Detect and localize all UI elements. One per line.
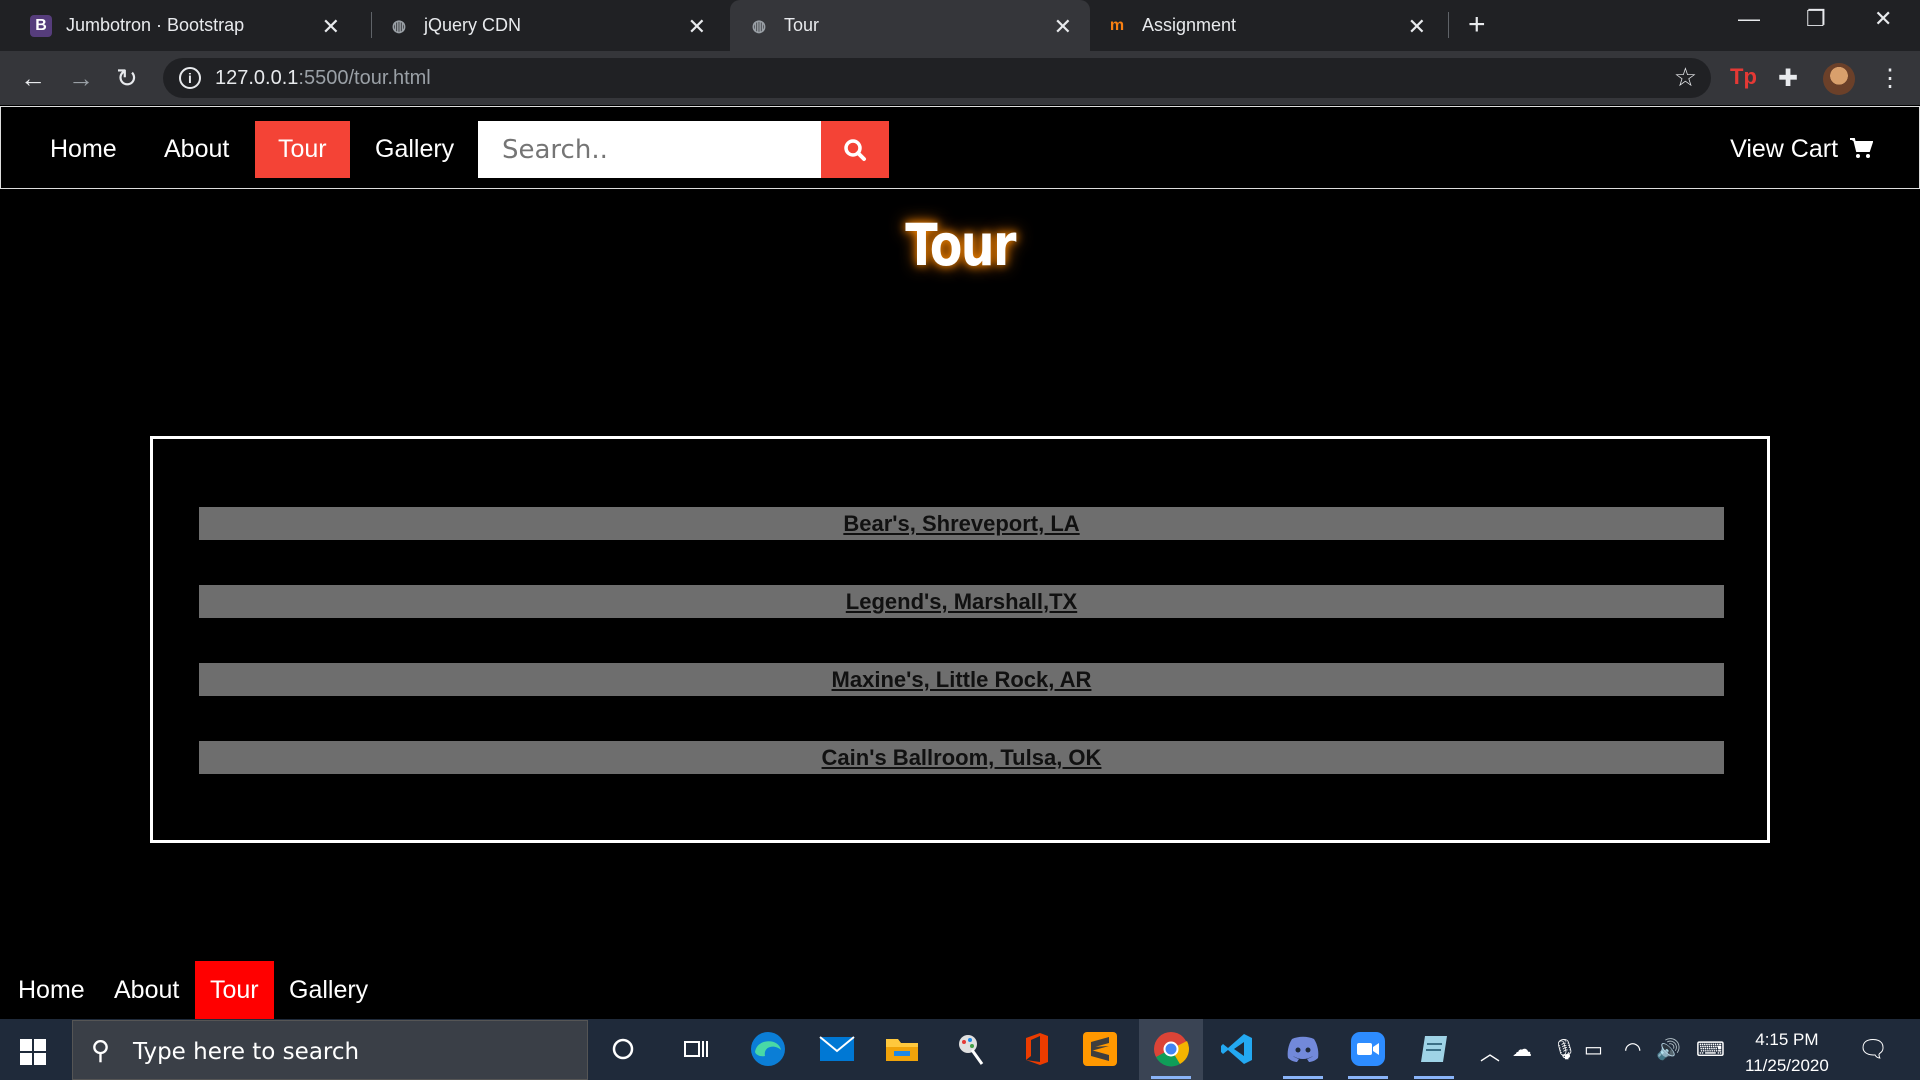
tour-date-link[interactable]: Cain's Ballroom, Tulsa, OK: [199, 741, 1724, 774]
extension-tp-icon[interactable]: Tp: [1730, 64, 1757, 90]
bootstrap-icon: B: [30, 14, 52, 37]
globe-icon: ◍: [392, 17, 406, 35]
view-cart-link[interactable]: View Cart: [1730, 121, 1874, 178]
volume-icon[interactable]: 🔊: [1656, 1037, 1681, 1062]
vscode-icon[interactable]: [1217, 1029, 1257, 1069]
restore-icon[interactable]: ❐: [1806, 6, 1826, 32]
close-icon[interactable]: ✕: [1408, 14, 1426, 40]
chrome-running-indicator: [1151, 1076, 1191, 1079]
notifications-icon[interactable]: 🗨: [1858, 1035, 1888, 1064]
edge-icon[interactable]: [748, 1029, 788, 1069]
paint-3d-icon[interactable]: [951, 1029, 991, 1069]
notepad-running-indicator: [1414, 1076, 1454, 1079]
search-input[interactable]: [478, 121, 821, 178]
wifi-icon[interactable]: ◠: [1624, 1037, 1641, 1062]
browser-toolbar: ← → ↻ i 127.0.0.1:5500/tour.html ☆ Tp ✚ …: [0, 51, 1920, 105]
clock-time: 4:15 PM: [1755, 1030, 1819, 1049]
url-text[interactable]: 127.0.0.1:5500/tour.html: [215, 67, 431, 90]
clock-date: 11/25/2020: [1745, 1056, 1829, 1075]
search-icon: [844, 138, 866, 161]
nav-about-link[interactable]: About: [141, 121, 252, 178]
menu-kebab-icon[interactable]: ⋮: [1878, 64, 1902, 93]
nav-gallery-link[interactable]: Gallery: [352, 121, 477, 178]
tab-title: jQuery CDN: [424, 15, 522, 35]
top-navbar: Home About Tour Gallery View Cart: [0, 106, 1920, 189]
sublime-text-icon[interactable]: [1083, 1032, 1117, 1066]
discord-running-indicator: [1283, 1076, 1323, 1079]
discord-icon[interactable]: [1283, 1029, 1323, 1069]
microphone-icon[interactable]: 🎙: [1552, 1037, 1577, 1062]
back-icon[interactable]: ←: [20, 63, 46, 94]
tour-date-link[interactable]: Bear's, Shreveport, LA: [199, 507, 1724, 540]
nav-home-link[interactable]: Home: [27, 121, 140, 178]
close-icon[interactable]: ✕: [688, 14, 706, 40]
tab-title: Assignment: [1142, 15, 1237, 35]
search-button[interactable]: [821, 121, 889, 178]
tab-jquery[interactable]: ◍ jQuery CDN ✕: [374, 0, 724, 51]
windows-taskbar: ⚲ Type here to search ︿ ☁ 🎙 ▭ ◠ 🔊 ⌨ 4:15…: [0, 1019, 1920, 1080]
notepad-icon[interactable]: [1414, 1029, 1454, 1069]
nav-tour-link[interactable]: Tour: [255, 121, 350, 178]
footer-tour-link[interactable]: Tour: [195, 961, 274, 1019]
new-tab-button[interactable]: +: [1468, 8, 1486, 42]
reload-icon[interactable]: ↻: [116, 63, 138, 94]
tab-title: Jumbotron · Bootstrap: [66, 15, 245, 35]
office-icon[interactable]: [1017, 1029, 1057, 1069]
file-explorer-icon[interactable]: [882, 1029, 922, 1069]
cortana-icon[interactable]: [603, 1029, 643, 1069]
info-icon[interactable]: i: [179, 67, 201, 89]
taskbar-search-placeholder: Type here to search: [133, 1039, 360, 1065]
chrome-icon[interactable]: [1151, 1029, 1191, 1069]
avatar[interactable]: [1823, 63, 1855, 95]
taskbar-search-box[interactable]: ⚲ Type here to search: [72, 1020, 588, 1080]
close-icon[interactable]: ✕: [1054, 14, 1072, 40]
chevron-up-icon[interactable]: ︿: [1480, 1037, 1500, 1066]
tour-dates-box: Bear's, Shreveport, LA Legend's, Marshal…: [150, 436, 1770, 843]
tab-jumbotron[interactable]: B Jumbotron · Bootstrap ✕: [18, 0, 358, 51]
search-icon: ⚲: [91, 1035, 111, 1065]
address-bar[interactable]: i 127.0.0.1:5500/tour.html ☆: [163, 58, 1711, 98]
cart-label: View Cart: [1730, 135, 1839, 163]
bookmark-star-icon[interactable]: ☆: [1674, 62, 1697, 93]
tab-title: Tour: [784, 15, 820, 35]
battery-icon[interactable]: ▭: [1584, 1037, 1603, 1062]
globe-icon: ◍: [752, 17, 766, 35]
tour-date-link[interactable]: Legend's, Marshall,TX: [199, 585, 1724, 618]
forward-icon[interactable]: →: [68, 63, 94, 94]
page-content: Home About Tour Gallery View Cart Tour B…: [0, 105, 1920, 1019]
task-view-icon[interactable]: [676, 1029, 716, 1069]
page-title: Tour: [905, 211, 1016, 279]
zoom-running-indicator: [1348, 1076, 1388, 1079]
mail-icon[interactable]: [817, 1029, 857, 1069]
zoom-icon[interactable]: [1348, 1029, 1388, 1069]
tour-date-link[interactable]: Maxine's, Little Rock, AR: [199, 663, 1724, 696]
browser-tab-strip: B Jumbotron · Bootstrap ✕ ◍ jQuery CDN ✕…: [0, 0, 1920, 51]
footer-gallery-link[interactable]: Gallery: [274, 961, 383, 1019]
tab-assignment[interactable]: m Assignment ✕: [1094, 0, 1444, 51]
windows-start-icon[interactable]: [20, 1039, 46, 1065]
moodle-icon: m: [1109, 16, 1125, 34]
minimize-icon[interactable]: —: [1738, 6, 1760, 32]
footer-home-link[interactable]: Home: [3, 961, 100, 1019]
onedrive-cloud-icon[interactable]: ☁: [1512, 1037, 1532, 1062]
close-window-icon[interactable]: ✕: [1874, 6, 1892, 32]
close-icon[interactable]: ✕: [322, 14, 340, 40]
shopping-cart-icon: [1850, 138, 1874, 158]
system-clock[interactable]: 4:15 PM 11/25/2020: [1745, 1027, 1829, 1079]
keyboard-icon[interactable]: ⌨: [1696, 1037, 1725, 1062]
footer-about-link[interactable]: About: [99, 961, 194, 1019]
extensions-puzzle-icon[interactable]: ✚: [1778, 64, 1798, 93]
tab-tour[interactable]: ◍ Tour ✕: [730, 0, 1090, 51]
